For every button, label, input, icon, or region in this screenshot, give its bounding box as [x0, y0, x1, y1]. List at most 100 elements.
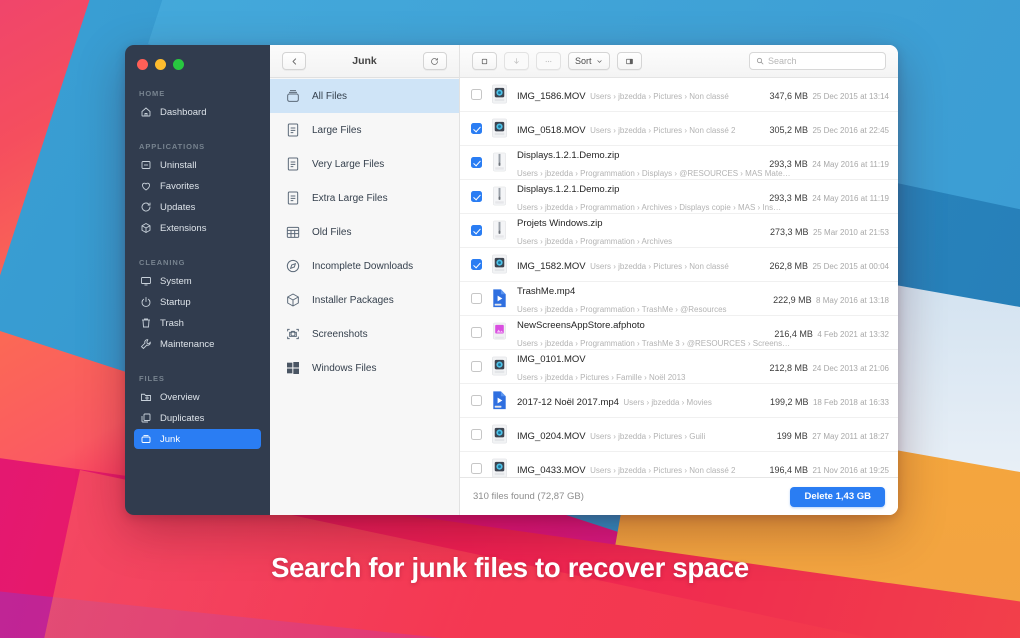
category-header: Junk: [270, 45, 459, 78]
file-meta: 196,4 MB 21 Nov 2016 at 19:25: [762, 460, 890, 478]
sidebar: HOME Dashboard APPLICATIONS Uninstall Fa…: [125, 45, 270, 515]
sort-label: Sort: [575, 56, 592, 66]
heart-icon: [140, 180, 152, 192]
sidebar-item-label: Overview: [160, 392, 200, 403]
sidebar-item-dashboard[interactable]: Dashboard: [134, 102, 261, 122]
category-item-large-files[interactable]: Large Files: [270, 113, 459, 147]
file-size: 347,6 MB: [770, 91, 809, 101]
file-info: Projets Windows.zip Users › jbzedda › Pr…: [517, 213, 754, 249]
row-checkbox[interactable]: [471, 327, 482, 338]
sidebar-item-favorites[interactable]: Favorites: [134, 176, 261, 196]
junk-box-icon: [140, 433, 152, 445]
row-checkbox[interactable]: [471, 157, 482, 168]
category-item-all-files[interactable]: All Files: [270, 79, 459, 113]
row-checkbox[interactable]: [471, 293, 482, 304]
sidebar-item-overview[interactable]: Overview: [134, 387, 261, 407]
sidebar-item-label: Dashboard: [160, 107, 206, 118]
row-checkbox[interactable]: [471, 259, 482, 270]
file-size: 222,9 MB: [773, 295, 812, 305]
download-button[interactable]: [504, 52, 529, 70]
sidebar-item-extensions[interactable]: Extensions: [134, 218, 261, 238]
category-item-installer-packages[interactable]: Installer Packages: [270, 283, 459, 317]
delete-button[interactable]: Delete 1,43 GB: [790, 487, 885, 507]
category-item-label: Extra Large Files: [312, 193, 388, 204]
table-row[interactable]: IMG_0433.MOV Users › jbzedda › Pictures …: [460, 452, 898, 477]
sidebar-section-home: HOME: [125, 89, 270, 101]
file-list[interactable]: IMG_1586.MOV Users › jbzedda › Pictures …: [460, 78, 898, 477]
table-row[interactable]: Projets Windows.zip Users › jbzedda › Pr…: [460, 214, 898, 248]
windows-logo-icon: [284, 360, 301, 377]
table-row[interactable]: IMG_1586.MOV Users › jbzedda › Pictures …: [460, 78, 898, 112]
sidebar-item-startup[interactable]: Startup: [134, 292, 261, 312]
row-checkbox[interactable]: [471, 191, 482, 202]
sidebar-item-maintenance[interactable]: Maintenance: [134, 334, 261, 354]
category-item-old-files[interactable]: Old Files: [270, 215, 459, 249]
refresh-icon: [140, 201, 152, 213]
file-size: 293,3 MB: [769, 193, 808, 203]
file-name: Displays.1.2.1.Demo.zip: [517, 184, 619, 195]
category-list: All Files Large Files Very Large Files E…: [270, 78, 459, 515]
file-date: 24 May 2016 at 11:19: [812, 160, 889, 169]
sidebar-item-system[interactable]: System: [134, 271, 261, 291]
sidebar-item-updates[interactable]: Updates: [134, 197, 261, 217]
file-name: IMG_0101.MOV: [517, 354, 586, 365]
sidebar-section-files: FILES: [125, 374, 270, 386]
file-name: Projets Windows.zip: [517, 218, 603, 229]
mov-video-icon: [490, 424, 509, 445]
sidebar-item-label: Duplicates: [160, 413, 204, 424]
category-item-screenshots[interactable]: Screenshots: [270, 317, 459, 351]
table-row[interactable]: 2017-12 Noël 2017.mp4 Users › jbzedda › …: [460, 384, 898, 418]
mov-video-icon: [490, 118, 509, 139]
sidebar-item-label: Trash: [160, 318, 184, 329]
file-meta: 262,8 MB 25 Dec 2015 at 00:04: [762, 256, 890, 274]
table-row[interactable]: IMG_0101.MOV Users › jbzedda › Pictures …: [460, 350, 898, 384]
search-input[interactable]: Search: [749, 52, 886, 70]
sidebar-item-uninstall[interactable]: Uninstall: [134, 155, 261, 175]
row-checkbox[interactable]: [471, 395, 482, 406]
row-checkbox[interactable]: [471, 429, 482, 440]
table-row[interactable]: Displays.1.2.1.Demo.zip Users › jbzedda …: [460, 146, 898, 180]
sidebar-item-duplicates[interactable]: Duplicates: [134, 408, 261, 428]
file-meta: 216,4 MB 4 Feb 2021 at 13:32: [766, 324, 889, 342]
file-date: 24 Dec 2013 at 21:06: [812, 364, 889, 373]
minimize-button[interactable]: [155, 59, 166, 70]
row-checkbox[interactable]: [471, 361, 482, 372]
file-meta: 347,6 MB 25 Dec 2015 at 13:14: [762, 86, 890, 104]
row-checkbox[interactable]: [471, 89, 482, 100]
file-info: Displays.1.2.1.Demo.zip Users › jbzedda …: [517, 179, 753, 215]
file-size: 262,8 MB: [770, 261, 809, 271]
sort-dropdown[interactable]: Sort: [568, 52, 610, 70]
sidebar-item-junk[interactable]: Junk: [134, 429, 261, 449]
row-checkbox[interactable]: [471, 123, 482, 134]
more-options-button[interactable]: [536, 52, 561, 70]
table-row[interactable]: Displays.1.2.1.Demo.zip Users › jbzedda …: [460, 180, 898, 214]
sidebar-item-label: Extensions: [160, 223, 206, 234]
file-date: 21 Nov 2016 at 19:25: [812, 466, 889, 475]
zoom-button[interactable]: [173, 59, 184, 70]
refresh-button[interactable]: [423, 52, 447, 70]
select-all-button[interactable]: [472, 52, 497, 70]
table-row[interactable]: TrashMe.mp4 Users › jbzedda › Programmat…: [460, 282, 898, 316]
power-icon: [140, 296, 152, 308]
sidebar-item-trash[interactable]: Trash: [134, 313, 261, 333]
table-row[interactable]: IMG_0204.MOV Users › jbzedda › Pictures …: [460, 418, 898, 452]
back-button[interactable]: [282, 52, 306, 70]
close-button[interactable]: [137, 59, 148, 70]
category-item-very-large-files[interactable]: Very Large Files: [270, 147, 459, 181]
row-checkbox[interactable]: [471, 225, 482, 236]
file-name: IMG_1586.MOV: [517, 91, 586, 102]
category-item-incomplete-downloads[interactable]: Incomplete Downloads: [270, 249, 459, 283]
mp4-video-icon: [490, 390, 509, 411]
table-row[interactable]: IMG_1582.MOV Users › jbzedda › Pictures …: [460, 248, 898, 282]
file-path: Users › jbzedda › Pictures › Non classé: [590, 262, 729, 271]
copy-icon: [140, 412, 152, 424]
afphoto-icon: [490, 322, 509, 343]
table-row[interactable]: NewScreensAppStore.afphoto Users › jbzed…: [460, 316, 898, 350]
category-item-extra-large-files[interactable]: Extra Large Files: [270, 181, 459, 215]
row-checkbox[interactable]: [471, 463, 482, 474]
preview-pane-button[interactable]: [617, 52, 642, 70]
category-item-label: Screenshots: [312, 329, 368, 340]
category-item-windows-files[interactable]: Windows Files: [270, 351, 459, 385]
table-row[interactable]: IMG_0518.MOV Users › jbzedda › Pictures …: [460, 112, 898, 146]
category-item-label: Installer Packages: [312, 295, 394, 306]
